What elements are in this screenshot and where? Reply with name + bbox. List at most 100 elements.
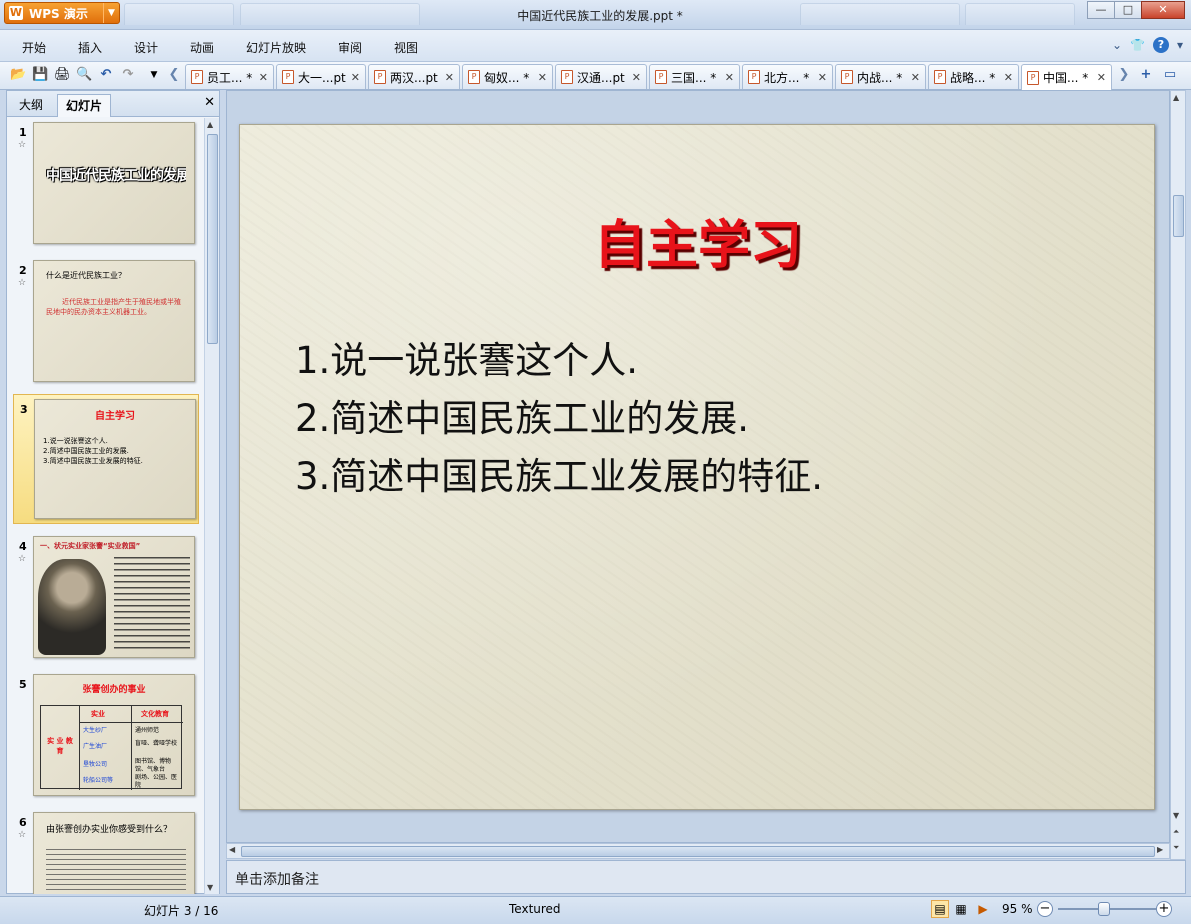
chevron-down-icon[interactable]: ▾ xyxy=(1177,38,1183,52)
print-preview-icon[interactable]: 🔍 xyxy=(76,67,92,83)
menu-animation[interactable]: 动画 xyxy=(190,39,214,56)
slide-title[interactable]: 自主学习 xyxy=(240,203,1156,278)
ppt-file-icon: P xyxy=(841,70,853,84)
menu-design[interactable]: 设计 xyxy=(134,39,158,56)
tab-slides[interactable]: 幻灯片 xyxy=(57,94,112,117)
slide-bullet-2[interactable]: 2.简述中国民族工业的发展. xyxy=(295,388,749,442)
slide-bullet-1[interactable]: 1.说一说张謇这个人. xyxy=(295,330,638,384)
previous-slide-icon[interactable]: ⏶ xyxy=(1173,827,1179,837)
close-tab-icon[interactable]: ✕ xyxy=(911,71,920,84)
customize-toolbar-icon[interactable]: ▼ xyxy=(146,67,162,83)
new-tab-icon[interactable]: + xyxy=(1138,67,1154,83)
thumb-table: 实 业 教 育 实业 文化教育 大生纱厂 通州师范 广生油厂 盲哑、聋哑学校 垦… xyxy=(40,705,183,790)
doc-tab-active[interactable]: P 中国... * ✕ xyxy=(1021,64,1112,90)
status-bar: 幻灯片 3 / 16 Textured ▤ ▦ ▶ 95 % − + xyxy=(0,896,1191,924)
doc-tab[interactable]: P 战略... * ✕ xyxy=(928,64,1019,89)
collapse-ribbon-icon[interactable]: ⌄ xyxy=(1112,38,1122,52)
scrollbar-thumb[interactable] xyxy=(207,134,218,344)
slide-thumbnail-4[interactable]: 4 ☆ 一、状元实业家张謇“实业救国” xyxy=(7,532,203,666)
close-tab-icon[interactable]: ✕ xyxy=(725,71,734,84)
close-tab-icon[interactable]: ✕ xyxy=(1004,71,1013,84)
menu-slideshow[interactable]: 幻灯片放映 xyxy=(246,39,306,56)
doc-tab[interactable]: P 北方... * ✕ xyxy=(742,64,833,89)
doc-tab[interactable]: P 汉通...pt ✕ xyxy=(555,64,647,89)
scroll-right-icon[interactable]: ▶ xyxy=(1157,845,1163,854)
scroll-left-icon[interactable]: ◀ xyxy=(229,845,235,854)
quick-access-toolbar: 📂 💾 🖨 🔍 ↶ ↷ ▼ ❮ P 员工... * ✕ P 大一...pt ✕ P 两汉.… xyxy=(0,62,1191,90)
slide-vertical-scrollbar[interactable]: ▲ ▼ ⏶ ⏷ xyxy=(1170,90,1186,860)
redo-icon[interactable]: ↷ xyxy=(120,67,136,83)
close-tab-icon[interactable]: ✕ xyxy=(538,71,547,84)
tabs-scroll-left-icon[interactable]: ❮ xyxy=(166,67,182,83)
thumb-title: 由张謇创办实业你感受到什么？ xyxy=(46,825,173,835)
scrollbar-thumb[interactable] xyxy=(1173,195,1184,237)
slide-thumb: 自主学习 1.说一说张謇这个人. 2.简述中国民族工业的发展. 3.简述中国民族… xyxy=(34,399,196,519)
close-panel-icon[interactable]: ✕ xyxy=(204,95,215,110)
tabs-scroll-right-icon[interactable]: ❯ xyxy=(1116,67,1132,83)
close-tab-icon[interactable]: ✕ xyxy=(259,71,268,84)
slide-thumb: 一、状元实业家张謇“实业救国” xyxy=(33,536,195,658)
undo-icon[interactable]: ↶ xyxy=(98,67,114,83)
wps-app-menu-button[interactable]: W WPS 演示 ▼ xyxy=(4,2,120,24)
slide-thumbnail-1[interactable]: 1 ☆ 中国近代民族工业的发展 xyxy=(7,118,203,252)
tab-outline[interactable]: 大纲 xyxy=(11,94,51,117)
close-tab-icon[interactable]: ✕ xyxy=(632,71,641,84)
thumb-table-cell: 广生油厂 xyxy=(83,743,108,750)
slides-panel: 大纲 幻灯片 ✕ 1 ☆ 中国近代民族工业的发展 2 ☆ 什么是近代民族工业？ … xyxy=(6,90,220,894)
doc-tab[interactable]: P 大一...pt ✕ xyxy=(276,64,366,89)
chevron-down-icon: ▼ xyxy=(103,3,119,23)
minimize-button[interactable]: — xyxy=(1087,1,1115,19)
scrollbar-thumb[interactable] xyxy=(241,846,1155,857)
doc-tab[interactable]: P 员工... * ✕ xyxy=(185,64,274,89)
menu-home[interactable]: 开始 xyxy=(22,39,46,56)
slide-thumbnail-3-selected[interactable]: 3 自主学习 1.说一说张謇这个人. 2.简述中国民族工业的发展. 3.简述中国… xyxy=(13,394,199,524)
scroll-up-icon[interactable]: ▲ xyxy=(1173,93,1179,102)
slide-sorter-view-icon[interactable]: ▦ xyxy=(952,900,970,918)
open-folder-icon[interactable]: 📂 xyxy=(10,67,26,83)
doc-tab[interactable]: P 三国... * ✕ xyxy=(649,64,740,89)
help-icon[interactable]: ? xyxy=(1152,37,1169,53)
slideshow-view-icon[interactable]: ▶ xyxy=(974,900,992,918)
thumb-table-cell: 剧场、公园、医院 xyxy=(135,774,178,789)
doc-tab[interactable]: P 内战... * ✕ xyxy=(835,64,926,89)
animation-star-icon: ☆ xyxy=(18,830,27,840)
slide-number: 6 xyxy=(19,816,27,829)
slide-bullet-3[interactable]: 3.简述中国民族工业发展的特征. xyxy=(295,446,823,500)
portrait-photo xyxy=(38,559,106,655)
menu-insert[interactable]: 插入 xyxy=(78,39,102,56)
scroll-down-icon[interactable]: ▼ xyxy=(207,883,213,892)
zoom-slider-knob[interactable] xyxy=(1098,902,1111,916)
maximize-button[interactable]: □ xyxy=(1114,1,1142,19)
thumb-table-cell: 垦牧公司 xyxy=(83,761,108,768)
slide-thumbnail-2[interactable]: 2 ☆ 什么是近代民族工业？ 近代民族工业是指产生于殖民地或半殖民地中的民办资本… xyxy=(7,256,203,390)
close-tab-icon[interactable]: ✕ xyxy=(445,71,454,84)
zoom-in-icon[interactable]: + xyxy=(1156,901,1172,917)
thumbnail-scrollbar[interactable]: ▲ ▼ xyxy=(204,118,219,894)
notes-pane[interactable]: 单击添加备注 xyxy=(226,860,1186,894)
doc-tab[interactable]: P 匈奴... * ✕ xyxy=(462,64,553,89)
close-tab-icon[interactable]: ✕ xyxy=(818,71,827,84)
menu-view[interactable]: 视图 xyxy=(394,39,418,56)
slide-thumbnail-5[interactable]: 5 张謇创办的事业 实 业 教 育 实业 文化教育 大生纱厂 通州师范 广生油厂… xyxy=(7,670,203,804)
doc-tab[interactable]: P 两汉...pt ✕ xyxy=(368,64,460,89)
save-icon[interactable]: 💾 xyxy=(32,67,48,83)
slide-thumbnail-6[interactable]: 6 ☆ 由张謇创办实业你感受到什么？ xyxy=(7,808,203,894)
zoom-out-icon[interactable]: − xyxy=(1037,901,1053,917)
skin-shirt-icon[interactable]: 👕 xyxy=(1130,38,1145,52)
print-icon[interactable]: 🖨 xyxy=(54,67,71,83)
close-tab-icon[interactable]: ✕ xyxy=(1097,71,1106,84)
slide-number: 1 xyxy=(19,126,27,139)
scroll-down-icon[interactable]: ▼ xyxy=(1173,811,1179,820)
slide-thumb: 什么是近代民族工业？ 近代民族工业是指产生于殖民地或半殖民地中的民办资本主义机器… xyxy=(33,260,195,382)
restore-tabs-icon[interactable]: ▭ xyxy=(1162,67,1178,83)
close-tab-icon[interactable]: ✕ xyxy=(351,71,360,84)
zoom-level[interactable]: 95 % xyxy=(1002,902,1033,916)
scroll-up-icon[interactable]: ▲ xyxy=(207,120,213,129)
notes-placeholder[interactable]: 单击添加备注 xyxy=(235,869,319,889)
next-slide-icon[interactable]: ⏷ xyxy=(1173,843,1179,853)
menu-review[interactable]: 审阅 xyxy=(338,39,362,56)
slide-horizontal-scrollbar[interactable]: ◀ ▶ xyxy=(226,843,1170,859)
current-slide[interactable]: 自主学习 1.说一说张謇这个人. 2.简述中国民族工业的发展. 3.简述中国民族… xyxy=(239,124,1155,810)
close-window-button[interactable]: ✕ xyxy=(1141,1,1185,19)
normal-view-icon[interactable]: ▤ xyxy=(931,900,949,918)
